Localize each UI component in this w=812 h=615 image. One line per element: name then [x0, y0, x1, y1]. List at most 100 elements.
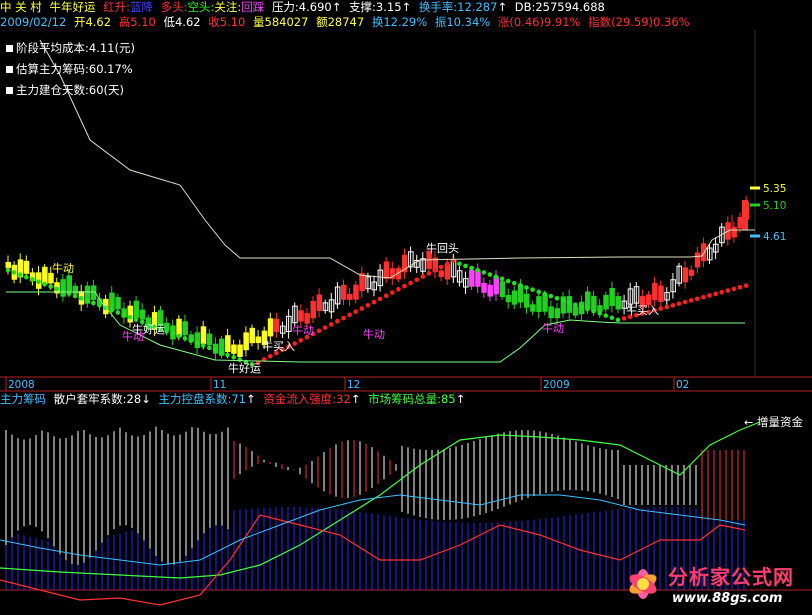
candle-body	[694, 252, 701, 268]
quote-bar: 2009/02/12 开4.62 高5.10 低4.62 收5.10 量5840…	[0, 15, 694, 30]
trend-dot	[536, 289, 541, 295]
trend-dot	[341, 315, 346, 321]
candle-body	[688, 269, 695, 276]
trend-dot	[170, 331, 175, 337]
quote-open: 开4.62	[73, 15, 112, 29]
candle-body	[298, 310, 304, 322]
stock-name: 中 关 村	[0, 0, 42, 14]
trend-dot	[194, 340, 200, 346]
support-label: 支撑:3.15	[349, 0, 402, 14]
candle-body	[23, 260, 30, 274]
trend-dot	[579, 304, 584, 310]
trend-dot	[688, 298, 694, 303]
signal-label: 牛动	[542, 321, 564, 335]
subpanel-header: 主力筹码 散户套牢系数:28↓ 主力控盘系数:71↑ 资金流入强度:32↑ 市场…	[0, 392, 469, 407]
x-axis-label: 2008	[8, 379, 35, 391]
trend-dot	[475, 267, 481, 273]
trend-dot	[469, 265, 474, 271]
trend-dot	[701, 294, 706, 300]
quote-index: 指数(29.59)0.36%	[588, 15, 690, 29]
x-axis-label: 02	[676, 379, 689, 391]
trend-dot	[127, 314, 133, 320]
red-up-value: 蓝降	[130, 0, 153, 14]
arrow-up-icon: ↑	[455, 392, 466, 406]
candle-body	[731, 226, 737, 238]
trend-dot	[713, 291, 718, 297]
candle-body	[310, 300, 316, 319]
candle-body	[5, 262, 11, 268]
trend-dot	[17, 272, 23, 278]
trend-dot	[426, 271, 432, 276]
candle-body	[652, 282, 658, 301]
trend-dot	[188, 338, 194, 344]
x-axis-label: 11	[213, 379, 226, 391]
trend-dot	[566, 300, 572, 305]
trend-dot	[597, 311, 602, 316]
candle-body	[304, 313, 310, 324]
trend-dot	[97, 303, 102, 308]
trend-dot	[560, 298, 566, 303]
trend-dot	[591, 308, 596, 314]
candle-body	[115, 296, 121, 310]
candle-body	[700, 243, 707, 262]
candle-body	[572, 306, 579, 316]
quote-turn: 换12.29%	[371, 15, 428, 29]
trend-dot	[200, 343, 206, 348]
candle-body	[499, 281, 506, 297]
candle-body	[353, 284, 359, 300]
signal-label: 牛好运	[228, 361, 261, 375]
quote-close: 收5.10	[208, 15, 246, 29]
trend-dot	[390, 290, 395, 295]
trend-dot	[377, 296, 383, 302]
trend-dot	[30, 277, 35, 282]
candle-body	[438, 270, 445, 278]
trend-dot	[725, 288, 731, 293]
trend-dot	[664, 304, 670, 310]
trend-dot	[54, 286, 60, 292]
trend-dot	[499, 276, 505, 282]
arrow-up-icon: ↑	[497, 0, 508, 14]
trend-dot	[359, 306, 365, 311]
trend-dot	[78, 296, 84, 301]
trend-dot	[36, 279, 41, 285]
x-axis-label: 12	[347, 379, 360, 391]
candle-body	[200, 326, 207, 344]
quote-low: 低4.62	[163, 15, 201, 29]
trend-dot	[335, 318, 340, 324]
trend-dot	[383, 293, 389, 299]
candle-body	[139, 309, 146, 320]
candle-body	[658, 285, 664, 302]
trend-dot	[91, 300, 96, 306]
trend-dot	[603, 313, 609, 318]
trend-dot	[24, 274, 29, 280]
resistance-line	[39, 39, 755, 279]
subpanel-title: 主力筹码	[0, 392, 46, 406]
candle-body	[383, 261, 390, 279]
trend-dot	[115, 310, 121, 315]
candle-body	[737, 216, 743, 229]
arrow-down-icon: ↓	[141, 392, 151, 406]
trend-dot	[457, 261, 462, 267]
trend-dot	[316, 328, 322, 334]
trend-dot	[518, 283, 523, 288]
candle-body	[548, 306, 554, 319]
increment-arrow-icon: ←	[744, 416, 753, 429]
candle-body	[347, 293, 353, 300]
quote-change: 涨(0.46)9.91%	[497, 15, 581, 29]
candle-body	[487, 284, 493, 297]
db-label: DB:257594.688	[514, 0, 605, 14]
trend-dot	[42, 281, 47, 287]
candle-body	[536, 296, 542, 313]
trend-dot	[548, 293, 554, 299]
trend-dot	[487, 272, 493, 277]
candle-body	[530, 304, 536, 312]
trend-dot	[658, 306, 663, 311]
total-chips: 市场筹码总量:85	[368, 392, 456, 406]
candle-body	[542, 294, 548, 312]
candle-body	[243, 332, 249, 351]
trend-dot	[207, 345, 212, 351]
quote-amp: 振10.34%	[434, 15, 491, 29]
trend-dot	[225, 352, 230, 358]
candle-body	[469, 269, 475, 287]
candle-body	[133, 300, 140, 318]
